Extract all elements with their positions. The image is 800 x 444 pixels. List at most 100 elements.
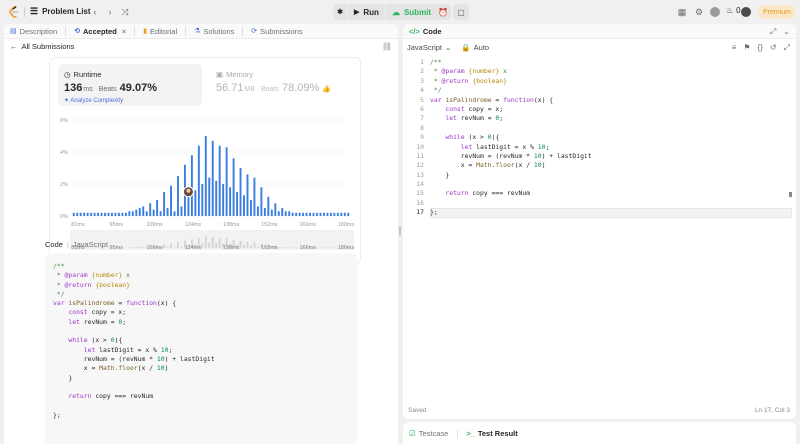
chart-bar	[281, 208, 284, 216]
chart-bar	[288, 211, 291, 216]
editor-code-line[interactable]: let lastDigit = x % 10;	[430, 143, 792, 152]
run-submit-group: ✱ ▶ Run ☁ Submit	[333, 4, 438, 20]
solutions-icon: ⚗	[194, 28, 201, 35]
panel-resize-handle[interactable]	[399, 226, 401, 236]
premium-button[interactable]: Premium	[759, 5, 795, 19]
braces-icon[interactable]: {}	[758, 43, 763, 53]
tab-test-result[interactable]: >_ Test Result	[466, 429, 517, 438]
chart-bar	[121, 212, 124, 216]
editor-code-line[interactable]: const copy = x;	[430, 105, 792, 114]
language-label: JavaScript	[407, 43, 443, 52]
close-tab-icon[interactable]: ×	[122, 27, 126, 36]
editor-code-line[interactable]: }	[430, 171, 792, 180]
editor-code-line[interactable]	[430, 180, 792, 189]
auto-mode[interactable]: 🔒 Auto	[461, 43, 489, 52]
overview-bar	[284, 247, 287, 248]
chart-bar	[142, 206, 145, 216]
chevron-down-icon[interactable]: ⌄	[783, 27, 790, 37]
code-label: Code	[45, 240, 63, 249]
overview-tick-label: 152ms	[261, 245, 278, 251]
editor-code-line[interactable]: * @param {number} x	[430, 67, 792, 76]
tab-label: Submissions	[260, 26, 303, 36]
tab-submissions[interactable]: ⟳ Submissions	[251, 27, 302, 36]
tab-accepted[interactable]: ⟲ Accepted ×	[74, 27, 126, 36]
x-tick-label: 152ms	[261, 222, 278, 228]
overview-tick-label: 124ms	[185, 245, 202, 251]
chart-bar	[128, 211, 131, 216]
chart-bar	[163, 192, 166, 216]
editor-header: </> Code	[403, 24, 796, 39]
chart-bar	[295, 212, 298, 216]
chart-bar	[135, 209, 138, 216]
debug-button[interactable]: ✱	[333, 4, 347, 20]
editor-code-line[interactable]: */	[430, 86, 792, 95]
editor-code-line[interactable]	[430, 124, 792, 133]
chart-bar	[246, 174, 249, 216]
tab-testcase[interactable]: ☑ Testcase	[409, 429, 448, 438]
editor-code-line[interactable]: let revNum = 0;	[430, 114, 792, 123]
editor-code-line[interactable]	[430, 199, 792, 208]
overview-bar	[288, 247, 291, 248]
notes-button[interactable]: ▢	[453, 4, 469, 20]
next-problem-icon[interactable]: ›	[104, 6, 116, 18]
play-icon: ▶	[354, 9, 360, 16]
code-editor-panel: </> Code ⤢ ⌄ JavaScript ⌄ 🔒 Auto ≡ ⚑ {} …	[403, 24, 796, 419]
chart-bar	[305, 212, 308, 216]
settings-gear-icon[interactable]: ⚙	[693, 6, 705, 18]
runtime-distribution-chart[interactable]: 0% 2% 4% 6% 81ms 95ms 109ms 124ms 138ms 152ms 166m…	[50, 58, 362, 265]
overview-bar	[173, 247, 176, 248]
problem-list-link[interactable]: ☰ Problem List	[30, 6, 91, 17]
all-submissions-link[interactable]: ← All Submissions	[10, 42, 74, 51]
overview-tick-label: 138ms	[223, 245, 240, 251]
chart-bar	[76, 212, 79, 216]
chart-bar	[152, 209, 155, 216]
chart-bar	[117, 212, 120, 216]
timer-button[interactable]: ⏰	[435, 4, 451, 20]
editor-code-line[interactable]: return copy === revNum	[430, 189, 792, 198]
line-number: 7	[420, 114, 424, 123]
chevron-down-icon: ⌄	[445, 43, 452, 52]
chart-bar	[322, 212, 325, 216]
alarm-clock-icon: ⏰	[438, 7, 448, 17]
editor-scrollbar[interactable]	[789, 192, 792, 197]
layout-grid-icon[interactable]: ▦	[676, 6, 688, 18]
shuffle-icon[interactable]: ⤨	[119, 6, 131, 18]
editor-code-line[interactable]: var isPalindrome = function(x) {	[430, 96, 792, 105]
tab-solutions[interactable]: ⚗ Solutions	[194, 27, 234, 36]
editor-code-line[interactable]: /**	[430, 58, 792, 67]
editor-code-line[interactable]: while (x > 0){	[430, 133, 792, 142]
fullscreen-icon[interactable]: ⤢	[784, 43, 790, 53]
bookmark-icon[interactable]: ⚑	[743, 43, 750, 53]
code-lines[interactable]: /** * @param {number} x * @return {boole…	[430, 58, 792, 218]
line-number: 9	[420, 133, 424, 142]
profile-avatar[interactable]	[741, 7, 751, 17]
tab-label: Description	[19, 26, 58, 36]
prev-problem-icon[interactable]: ‹	[89, 6, 101, 18]
chart-bar	[166, 208, 169, 216]
editor-code-line[interactable]: revNum = (revNum * 10) + lastDigit	[430, 152, 792, 161]
tab-editorial[interactable]: ▮ Editorial	[143, 27, 177, 36]
chart-bar	[90, 212, 93, 216]
overview-bar	[128, 247, 131, 248]
maximize-icon[interactable]: ⤢	[770, 27, 776, 37]
code-line: let lastDigit = x % 10;	[83, 345, 173, 354]
testcase-label: Testcase	[418, 428, 449, 438]
submit-button[interactable]: ☁ Submit	[385, 4, 438, 20]
leetcode-logo[interactable]	[9, 6, 19, 18]
user-avatar[interactable]	[710, 7, 720, 17]
editor-code-line[interactable]: };	[430, 208, 792, 218]
editor-code-line[interactable]: x = Math.floor(x / 10)	[430, 161, 792, 170]
run-button[interactable]: ▶ Run	[348, 4, 385, 20]
reset-icon[interactable]: ↺	[770, 43, 777, 53]
code-editor[interactable]: 1 2 3 4 5 6 7 8 9 10 11 12 13 14 15 16 17 /** * @param {…	[403, 58, 796, 398]
format-lines-icon[interactable]: ≡	[732, 43, 737, 53]
share-link-icon[interactable]: ⛓	[382, 42, 392, 51]
x-tick-label: 95ms	[110, 222, 124, 228]
language-select[interactable]: JavaScript ⌄	[407, 43, 451, 52]
tab-separator: |	[456, 428, 459, 438]
editor-code-line[interactable]: * @return {boolean}	[430, 77, 792, 86]
tab-description[interactable]: ▤ Description	[10, 27, 57, 36]
streak-counter[interactable]: ♨ 0	[726, 6, 741, 15]
line-number: 1	[420, 58, 424, 66]
